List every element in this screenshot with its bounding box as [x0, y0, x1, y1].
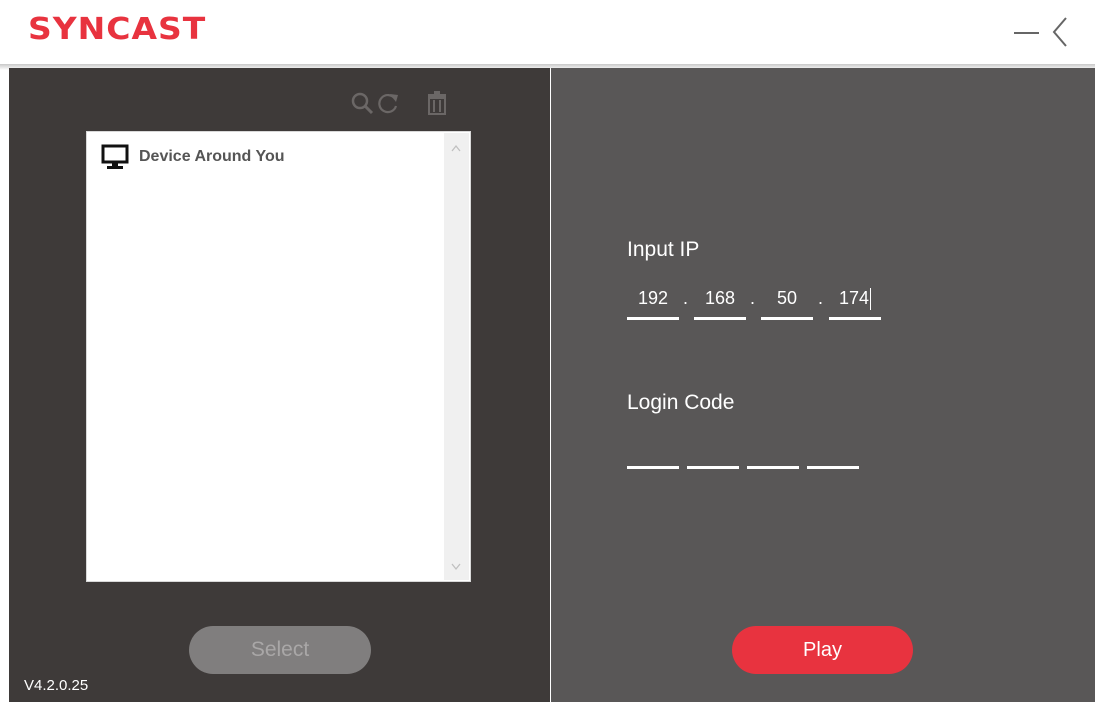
login-code-field-1[interactable]: [627, 466, 679, 469]
text-caret: [870, 288, 872, 311]
ip-separator: .: [750, 288, 756, 308]
connect-panel: [551, 68, 1095, 702]
login-code-field-3[interactable]: [747, 466, 799, 469]
device-list[interactable]: [86, 131, 471, 582]
trash-icon[interactable]: [425, 91, 449, 115]
device-list-title: Device Around You: [139, 148, 285, 165]
ip-octet-2[interactable]: 168: [694, 284, 746, 320]
device-list-header: Device Around You: [101, 143, 285, 171]
chevron-left-icon[interactable]: [1042, 14, 1078, 50]
refresh-icon[interactable]: [376, 91, 400, 115]
select-button[interactable]: Select: [189, 626, 371, 674]
ip-label: Input IP: [627, 238, 700, 261]
login-code-label: Login Code: [627, 391, 735, 414]
ip-separator: .: [683, 288, 689, 308]
login-code-field-4[interactable]: [807, 466, 859, 469]
ip-octet-4-value: 174: [838, 288, 870, 308]
version-label: V4.2.0.25: [24, 677, 89, 694]
scroll-down-icon[interactable]: [451, 563, 461, 571]
app-logo: SYNCAST: [28, 10, 207, 47]
title-bar: SYNCAST: [0, 0, 1095, 66]
ip-octet-4[interactable]: 174: [829, 284, 881, 320]
ip-octet-3[interactable]: 50: [761, 284, 813, 320]
ip-octet-1[interactable]: 192: [627, 284, 679, 320]
scroll-up-icon[interactable]: [451, 144, 461, 152]
device-list-scrollbar[interactable]: [444, 133, 469, 580]
login-code-field-2[interactable]: [687, 466, 739, 469]
minimize-icon[interactable]: [1014, 32, 1039, 34]
play-button[interactable]: Play: [732, 626, 913, 674]
ip-separator: .: [818, 288, 824, 308]
monitor-icon: [101, 144, 129, 169]
search-icon[interactable]: [350, 91, 374, 115]
